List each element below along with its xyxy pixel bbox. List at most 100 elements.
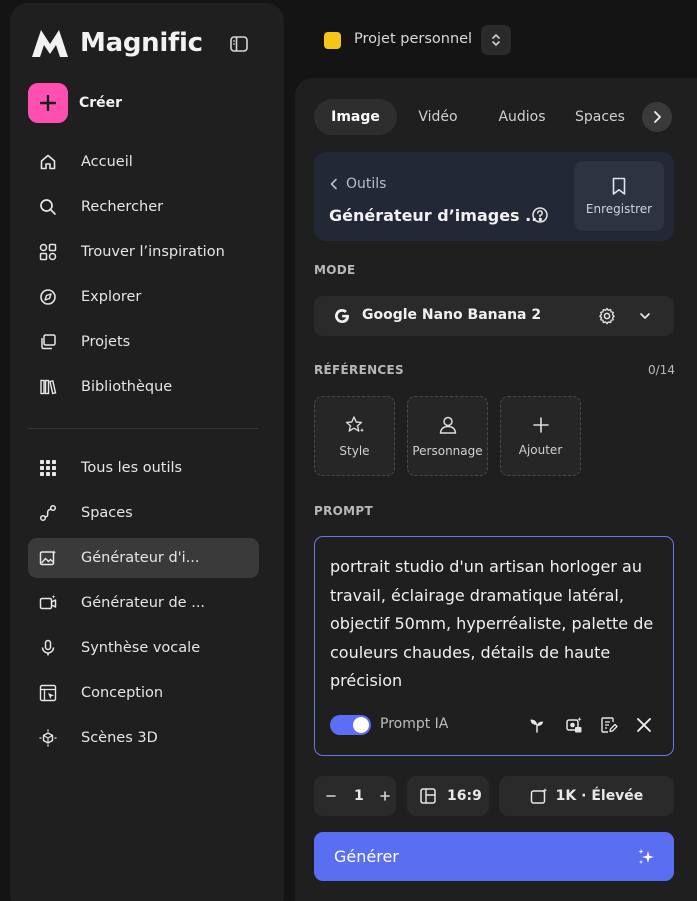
style-stars-icon [345, 415, 364, 432]
sidebar-item-scenes-3d[interactable]: Scènes 3D [28, 718, 259, 758]
microphone-icon [38, 638, 58, 658]
image-prompt-icon[interactable] [565, 716, 583, 734]
create-button[interactable]: Créer [28, 83, 122, 123]
resolution-icon [530, 788, 547, 804]
quantity-increment-button[interactable] [379, 791, 390, 801]
reference-add-button[interactable]: Ajouter [500, 396, 581, 476]
save-button[interactable]: Enregistrer [574, 161, 664, 231]
logo[interactable]: Magnific [30, 27, 203, 59]
tabs-scroll-right-button[interactable] [642, 102, 672, 132]
plus-icon [28, 83, 68, 123]
sidebar-item-rechercher[interactable]: Rechercher [28, 187, 259, 227]
sidebar-item-video-generator[interactable]: Générateur de ... [28, 583, 259, 623]
project-name[interactable]: Projet personnel [354, 31, 472, 47]
toggle-knob [353, 717, 369, 733]
search-icon [38, 197, 58, 217]
tab-image[interactable]: Image [314, 99, 397, 135]
sidebar-item-inspiration[interactable]: Trouver l’inspiration [28, 232, 259, 272]
sidebar-collapse-button[interactable] [228, 33, 250, 55]
chevron-left-icon [330, 178, 337, 190]
sidebar-item-label: Générateur d'i... [81, 550, 200, 566]
generate-button[interactable]: Générer [314, 832, 674, 881]
edit-note-icon[interactable] [600, 716, 618, 734]
explore-icon [38, 287, 58, 307]
projects-icon [38, 332, 58, 352]
home-icon [38, 152, 58, 172]
cube-3d-icon [38, 728, 58, 748]
sidebar-item-accueil[interactable]: Accueil [28, 142, 259, 182]
back-to-tools-link[interactable]: Outils [330, 176, 386, 192]
tool-title: Générateur d’images ... [329, 206, 544, 225]
chevron-down-icon [640, 313, 650, 319]
sprout-icon[interactable] [528, 716, 546, 734]
sidebar-item-label: Rechercher [81, 199, 164, 215]
sidebar-divider [28, 428, 259, 429]
generate-button-label: Générer [334, 847, 399, 866]
references-section-label: RÉFÉRENCES [314, 363, 404, 377]
sidebar-item-spaces[interactable]: Spaces [28, 493, 259, 533]
sidebar-item-bibliotheque[interactable]: Bibliothèque [28, 367, 259, 407]
person-icon [439, 416, 456, 434]
tab-spaces[interactable]: Spaces [575, 99, 647, 135]
references-count: 0/14 [648, 363, 675, 377]
sidebar-item-label: Explorer [81, 289, 142, 305]
sidebar-item-label: Scènes 3D [81, 730, 158, 746]
prompt-ai-toggle[interactable] [330, 715, 371, 735]
model-name: Google Nano Banana 2 [362, 307, 542, 323]
prompt-ai-label: Prompt IA [380, 716, 449, 732]
image-generator-icon [38, 548, 58, 568]
quantity-decrement-button[interactable] [326, 791, 336, 801]
video-generator-icon [38, 593, 58, 613]
reference-label: Style [339, 443, 370, 458]
design-icon [38, 683, 58, 703]
sidebar-item-label: Synthèse vocale [81, 640, 201, 656]
plus-icon [379, 791, 390, 801]
tool-panel: Image Vidéo Audios Spaces Outils Générat… [295, 78, 697, 901]
mode-section-label: MODE [314, 263, 356, 277]
inspiration-icon [38, 242, 58, 262]
back-link-label: Outils [346, 176, 387, 192]
quality-button[interactable]: 1K · Élevée [499, 776, 674, 816]
sidebar-item-label: Générateur de ... [81, 595, 206, 611]
quality-value: 1K · Élevée [555, 788, 644, 804]
sidebar-item-label: Spaces [81, 505, 133, 521]
sidebar: Magnific Créer Accueil Rechercher Trouve… [10, 3, 284, 901]
bookmark-icon [612, 177, 626, 195]
aspect-ratio-value: 16:9 [447, 788, 482, 804]
tab-video[interactable]: Vidéo [400, 99, 476, 135]
gear-icon[interactable] [598, 307, 616, 325]
tool-header-card: Outils Générateur d’images ... Enregistr… [314, 152, 674, 241]
prompt-section-label: PROMPT [314, 504, 373, 518]
tab-audios[interactable]: Audios [484, 99, 560, 135]
sidebar-item-synthese-vocale[interactable]: Synthèse vocale [28, 628, 259, 668]
sidebar-toggle-icon [230, 36, 248, 52]
chevron-right-icon [654, 111, 661, 123]
sidebar-item-tous-les-outils[interactable]: Tous les outils [28, 448, 259, 488]
prompt-text[interactable]: portrait studio d'un artisan horloger au… [330, 553, 660, 696]
sidebar-item-projets[interactable]: Projets [28, 322, 259, 362]
sidebar-item-label: Trouver l’inspiration [81, 244, 225, 260]
prompt-input[interactable]: portrait studio d'un artisan horloger au… [314, 536, 674, 756]
sidebar-item-conception[interactable]: Conception [28, 673, 259, 713]
reference-style-button[interactable]: Style [314, 396, 395, 476]
app-name: Magnific [80, 28, 203, 58]
sidebar-item-image-generator[interactable]: Générateur d'i... [28, 538, 259, 578]
project-switcher-button[interactable] [481, 25, 511, 55]
close-icon[interactable] [635, 716, 653, 734]
minus-icon [326, 795, 336, 797]
top-bar: Projet personnel [295, 0, 697, 78]
magnific-logo-icon [32, 30, 68, 57]
model-select[interactable]: Google Nano Banana 2 [314, 296, 674, 336]
aspect-ratio-button[interactable]: 16:9 [407, 776, 489, 816]
create-label: Créer [79, 95, 123, 111]
quantity-stepper[interactable]: 1 [314, 776, 396, 816]
sidebar-item-explorer[interactable]: Explorer [28, 277, 259, 317]
sidebar-item-label: Bibliothèque [81, 379, 173, 395]
reference-label: Ajouter [518, 442, 563, 457]
save-button-label: Enregistrer [585, 201, 653, 216]
reference-character-button[interactable]: Personnage [407, 396, 488, 476]
project-color-swatch [324, 32, 341, 49]
help-icon[interactable] [531, 206, 549, 224]
sidebar-item-label: Accueil [81, 154, 133, 170]
google-logo-icon [335, 309, 349, 324]
